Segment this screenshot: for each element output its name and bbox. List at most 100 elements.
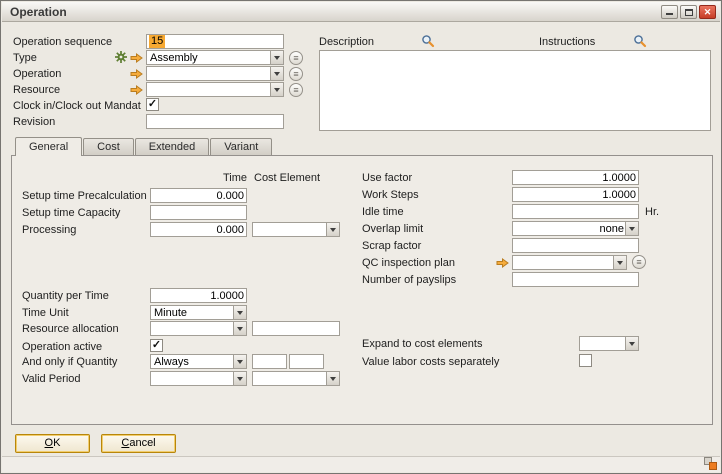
chevron-down-icon[interactable] bbox=[625, 222, 638, 235]
cancel-button[interactable]: Cancel bbox=[101, 434, 176, 453]
operation-sequence-label: Operation sequence bbox=[13, 36, 112, 48]
quantity-per-time-label: Quantity per Time bbox=[22, 290, 109, 302]
combo-edit-icon[interactable]: ≡ bbox=[289, 83, 303, 97]
clock-mandatory-label: Clock in/Clock out Mandat bbox=[13, 100, 141, 112]
operation-dropdown[interactable] bbox=[146, 66, 284, 81]
quantity-from-input[interactable] bbox=[252, 354, 287, 369]
type-dropdown[interactable]: Assembly bbox=[146, 50, 284, 65]
maximize-icon bbox=[685, 9, 693, 16]
titlebar[interactable]: Operation ✕ bbox=[2, 2, 720, 22]
check-icon: ✓ bbox=[152, 339, 161, 351]
time-unit-dropdown[interactable]: Minute bbox=[150, 305, 247, 320]
scrap-factor-input[interactable] bbox=[512, 238, 639, 253]
valid-period-label: Valid Period bbox=[22, 373, 81, 385]
revision-label: Revision bbox=[13, 116, 55, 128]
magnifier-icon[interactable] bbox=[421, 34, 435, 48]
link-arrow-icon[interactable] bbox=[496, 258, 509, 268]
tab-variant[interactable]: Variant bbox=[210, 138, 272, 155]
operation-sequence-value: 15 bbox=[149, 35, 165, 48]
chevron-down-icon[interactable] bbox=[233, 322, 246, 335]
processing-cost-element-dropdown[interactable] bbox=[252, 222, 340, 237]
window-title: Operation bbox=[10, 5, 67, 19]
valid-period-second-dropdown[interactable] bbox=[252, 371, 340, 386]
resource-label: Resource bbox=[13, 84, 60, 96]
processing-time-input[interactable] bbox=[150, 222, 247, 237]
resource-dropdown[interactable] bbox=[146, 82, 284, 97]
tab-general[interactable]: General bbox=[15, 137, 82, 156]
type-label: Type bbox=[13, 52, 37, 64]
chevron-down-icon[interactable] bbox=[613, 256, 626, 269]
number-of-payslips-label: Number of payslips bbox=[362, 274, 456, 286]
check-icon: ✓ bbox=[148, 98, 157, 110]
expand-to-cost-elements-dropdown[interactable] bbox=[579, 336, 639, 351]
quantity-to-input[interactable] bbox=[289, 354, 324, 369]
chevron-down-icon[interactable] bbox=[233, 306, 246, 319]
revision-input[interactable] bbox=[146, 114, 284, 129]
chevron-down-icon[interactable] bbox=[233, 372, 246, 385]
operation-sequence-input[interactable]: 15 bbox=[146, 34, 284, 49]
qc-inspection-plan-dropdown[interactable] bbox=[512, 255, 627, 270]
tab-bar: General Cost Extended Variant bbox=[15, 137, 273, 155]
use-factor-input[interactable] bbox=[512, 170, 639, 185]
minimize-icon bbox=[666, 13, 673, 15]
overlap-limit-dropdown[interactable]: none bbox=[512, 221, 639, 236]
idle-time-unit-label: Hr. bbox=[645, 206, 659, 218]
maximize-button[interactable] bbox=[680, 5, 697, 19]
cost-element-column-header: Cost Element bbox=[254, 172, 320, 184]
valid-period-dropdown[interactable] bbox=[150, 371, 247, 386]
description-label: Description bbox=[319, 36, 374, 48]
resource-allocation-dropdown[interactable] bbox=[150, 321, 247, 336]
minimize-button[interactable] bbox=[661, 5, 678, 19]
work-steps-input[interactable] bbox=[512, 187, 639, 202]
tab-extended[interactable]: Extended bbox=[135, 138, 209, 155]
scrap-factor-label: Scrap factor bbox=[362, 240, 421, 252]
processing-label: Processing bbox=[22, 224, 76, 236]
status-bar bbox=[2, 456, 720, 472]
chevron-down-icon[interactable] bbox=[326, 223, 339, 236]
number-of-payslips-input[interactable] bbox=[512, 272, 639, 287]
setup-capacity-label: Setup time Capacity bbox=[22, 207, 120, 219]
general-tab-panel: Time Cost Element Setup time Precalculat… bbox=[11, 155, 713, 425]
link-arrow-icon[interactable] bbox=[130, 69, 143, 79]
ok-button[interactable]: OK bbox=[15, 434, 90, 453]
and-only-if-quantity-dropdown[interactable]: Always bbox=[150, 354, 247, 369]
use-factor-label: Use factor bbox=[362, 172, 412, 184]
work-steps-label: Work Steps bbox=[362, 189, 419, 201]
resource-allocation-extra-input[interactable] bbox=[252, 321, 340, 336]
combo-edit-icon[interactable]: ≡ bbox=[289, 51, 303, 65]
resize-grip-icon[interactable] bbox=[704, 457, 717, 470]
operation-window: Operation ✕ Operation sequence 15 Type A… bbox=[0, 0, 722, 474]
operation-label: Operation bbox=[13, 68, 61, 80]
instructions-label: Instructions bbox=[539, 36, 595, 48]
resource-allocation-label: Resource allocation bbox=[22, 323, 119, 335]
idle-time-label: Idle time bbox=[362, 206, 404, 218]
chevron-down-icon[interactable] bbox=[625, 337, 638, 350]
link-arrow-icon[interactable] bbox=[130, 53, 143, 63]
operation-active-checkbox[interactable]: ✓ bbox=[150, 339, 163, 352]
expand-to-cost-elements-label: Expand to cost elements bbox=[362, 338, 482, 350]
setup-capacity-input[interactable] bbox=[150, 205, 247, 220]
chevron-down-icon[interactable] bbox=[326, 372, 339, 385]
chevron-down-icon[interactable] bbox=[270, 67, 283, 80]
chevron-down-icon[interactable] bbox=[270, 83, 283, 96]
close-button[interactable]: ✕ bbox=[699, 5, 716, 19]
gear-icon[interactable] bbox=[114, 50, 128, 64]
operation-active-label: Operation active bbox=[22, 341, 102, 353]
time-unit-label: Time Unit bbox=[22, 307, 69, 319]
quantity-per-time-input[interactable] bbox=[150, 288, 247, 303]
combo-edit-icon[interactable]: ≡ bbox=[632, 255, 646, 269]
clock-mandatory-checkbox[interactable]: ✓ bbox=[146, 98, 159, 111]
chevron-down-icon[interactable] bbox=[270, 51, 283, 64]
value-labor-costs-separately-checkbox[interactable] bbox=[579, 354, 592, 367]
magnifier-icon[interactable] bbox=[633, 34, 647, 48]
combo-edit-icon[interactable]: ≡ bbox=[289, 67, 303, 81]
link-arrow-icon[interactable] bbox=[130, 85, 143, 95]
overlap-limit-label: Overlap limit bbox=[362, 223, 423, 235]
description-textarea[interactable] bbox=[319, 50, 711, 131]
tab-cost[interactable]: Cost bbox=[83, 138, 134, 155]
value-labor-costs-separately-label: Value labor costs separately bbox=[362, 356, 499, 368]
idle-time-input[interactable] bbox=[512, 204, 639, 219]
chevron-down-icon[interactable] bbox=[233, 355, 246, 368]
qc-inspection-plan-label: QC inspection plan bbox=[362, 257, 455, 269]
setup-precalculation-input[interactable] bbox=[150, 188, 247, 203]
